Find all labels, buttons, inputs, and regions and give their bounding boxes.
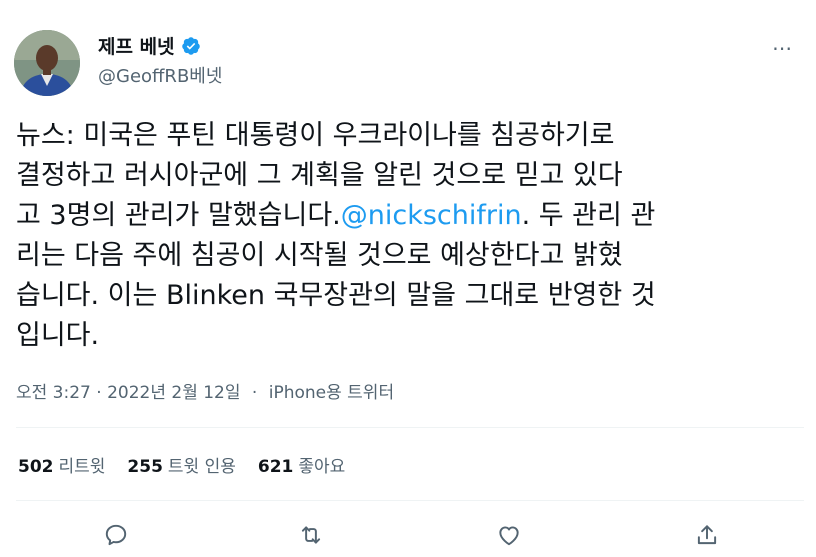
tweet-text: 뉴스: 미국은 푸틴 대통령이 우크라이나를 침공하기로 결정하고 러시아군에 … <box>16 116 806 356</box>
more-options-icon[interactable]: ⋯ <box>772 38 793 58</box>
reply-icon[interactable] <box>103 522 129 548</box>
retweets-stat[interactable]: 502 리트윗 <box>18 452 105 477</box>
like-icon[interactable] <box>496 522 522 548</box>
verified-badge-icon <box>181 36 201 56</box>
meta-separator: · <box>251 383 258 403</box>
author-name-row: 제프 베넷 <box>98 32 201 59</box>
avatar[interactable] <box>14 30 80 96</box>
author-handle[interactable]: @GeoffRB베넷 <box>98 62 222 88</box>
action-bar <box>0 516 816 550</box>
tweet-stats: 502 리트윗 255 트윗 인용 621 좋아요 <box>18 452 345 477</box>
retweet-icon[interactable] <box>298 522 324 548</box>
share-icon[interactable] <box>694 522 720 548</box>
tweet-meta: 오전 3:27 · 2022년 2월 12일 · iPhone용 트위터 <box>16 378 394 403</box>
likes-label: 좋아요 <box>298 457 346 477</box>
divider-bottom <box>16 500 804 501</box>
likes-count: 621 <box>257 457 294 477</box>
quotes-stat[interactable]: 255 트윗 인용 <box>127 452 235 477</box>
quotes-label: 트윗 인용 <box>167 457 236 477</box>
quotes-count: 255 <box>127 457 163 477</box>
divider-top <box>16 427 804 428</box>
retweets-count: 502 <box>18 457 54 477</box>
author-display-name[interactable]: 제프 베넷 <box>98 32 175 59</box>
mention-link[interactable]: @nickschifrin <box>341 200 522 231</box>
tweet-source[interactable]: iPhone용 트위터 <box>269 383 394 403</box>
likes-stat[interactable]: 621 좋아요 <box>258 452 345 477</box>
tweet-timestamp[interactable]: 오전 3:27 · 2022년 2월 12일 <box>16 383 241 403</box>
retweets-label: 리트윗 <box>58 457 106 477</box>
